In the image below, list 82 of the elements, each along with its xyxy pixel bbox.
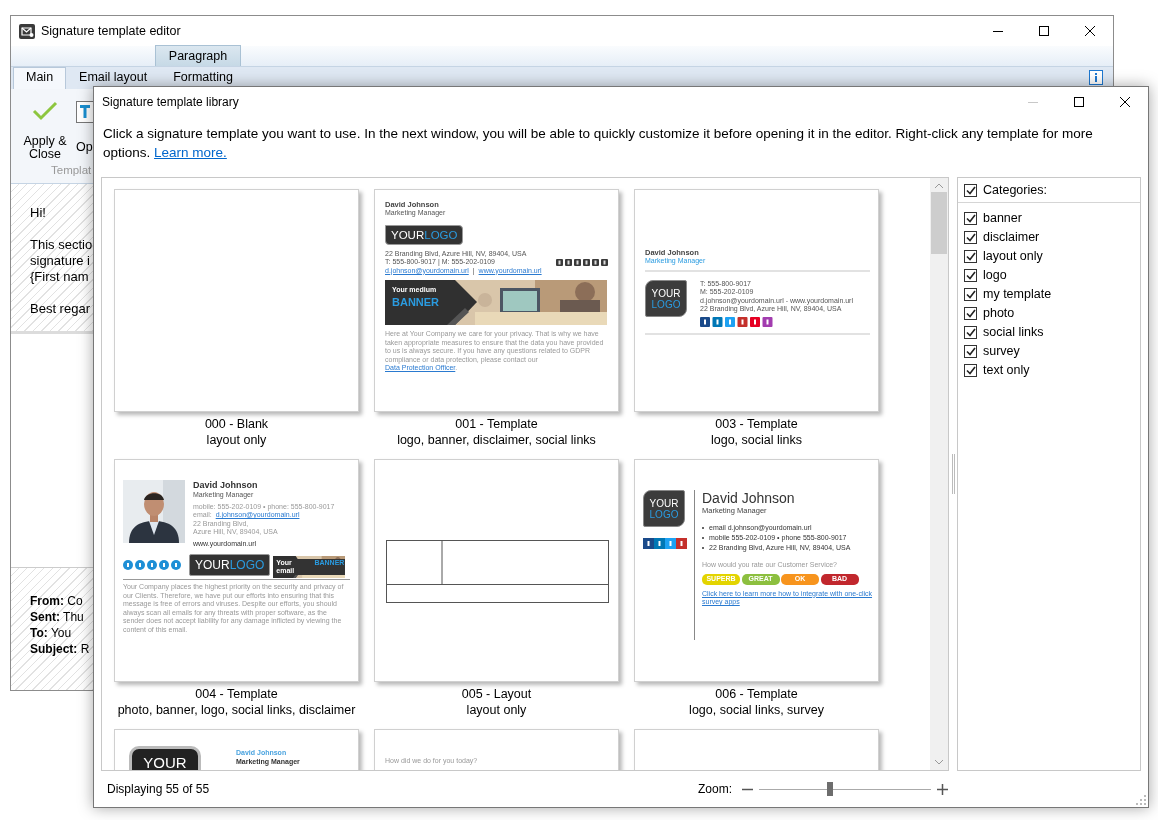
checkbox[interactable] <box>964 250 977 263</box>
window-title: Signature template editor <box>41 22 181 40</box>
header-line: Subject: R <box>30 641 90 657</box>
app-icon <box>19 23 35 39</box>
banner-text: BANNER <box>392 296 440 308</box>
scrollbar-thumb[interactable] <box>931 192 947 254</box>
category-label: my template <box>983 286 1052 304</box>
ribbon-tab[interactable]: Main <box>13 67 67 89</box>
category-label: layout only <box>983 248 1043 266</box>
instruction-text: Click a signature template you want to use. In the next window, you will be able to quickly customize it before opening it in the editor. Right-click any template for more options. Learn more. <box>102 125 1094 162</box>
close-icon <box>1085 26 1095 36</box>
template-tags: layout only <box>374 702 619 718</box>
category-label: survey <box>983 343 1020 361</box>
message-text: Best regar <box>30 301 90 317</box>
contextual-tab-group: Paragraph <box>155 45 241 66</box>
social-icons-drawing <box>556 258 608 266</box>
checkbox[interactable] <box>964 183 977 197</box>
checkbox[interactable] <box>964 288 977 301</box>
logo: YOUR LOGO <box>643 490 685 527</box>
social-icons-drawing <box>123 560 181 570</box>
category-label: banner <box>983 210 1022 228</box>
category-label: text only <box>983 362 1030 380</box>
message-text: This sectio <box>30 237 93 253</box>
category-label: social links <box>983 324 1044 342</box>
header-line: From: Co <box>30 593 83 609</box>
template-tags: logo, social links <box>634 432 879 448</box>
apply-close-button[interactable]: Apply & Close <box>19 99 71 163</box>
template-name: 004 - Template <box>194 686 279 702</box>
template-thumbnail[interactable] <box>634 459 879 682</box>
category-label: logo <box>983 267 1007 285</box>
template-name: 001 - Template <box>454 416 539 432</box>
group-label: Templat <box>51 162 92 178</box>
maximize-icon <box>1039 26 1049 36</box>
logo: YOURLOGO <box>189 554 271 576</box>
header-line: To: You <box>30 625 72 641</box>
social-icons-drawing <box>643 538 687 549</box>
template-thumbnail[interactable] <box>114 459 359 682</box>
close-icon <box>1120 97 1130 107</box>
template-tags: logo, banner, disclaimer, social links <box>374 432 619 448</box>
resize-grip-icon[interactable] <box>1136 795 1146 805</box>
message-text: Hi! <box>30 205 46 221</box>
logo: YOURLOGO <box>385 224 464 245</box>
checkbox[interactable] <box>964 326 977 339</box>
slider-thumb[interactable] <box>826 782 833 796</box>
template-thumbnail[interactable] <box>374 459 619 682</box>
category-label: photo <box>983 305 1015 323</box>
logo: YOUR <box>129 746 201 770</box>
zoom-label: Zoom: <box>698 781 732 798</box>
message-text: {First nam <box>30 269 89 285</box>
template-name: 000 - Blank <box>203 416 270 432</box>
sender-name: David Johnson <box>702 490 796 506</box>
status-text: Displaying 55 of 55 <box>107 781 210 798</box>
check-icon <box>32 101 58 121</box>
template-tags: logo, social links, survey <box>634 702 879 718</box>
message-text: signature i <box>30 253 90 269</box>
checkbox[interactable] <box>964 345 977 358</box>
learn-more-link[interactable]: Learn more. <box>154 145 227 160</box>
template-thumbnail[interactable] <box>374 189 619 412</box>
splitter-handle[interactable] <box>951 454 955 494</box>
logo: YOUR LOGO <box>645 279 687 317</box>
template-tags: photo, banner, logo, social links, disclaimer <box>114 702 359 718</box>
info-icon[interactable] <box>1089 70 1103 85</box>
zoom-in-icon[interactable] <box>937 783 948 795</box>
category-header: Categories: <box>983 181 1047 199</box>
maximize-icon <box>1074 97 1084 107</box>
category-label: disclaimer <box>983 229 1040 247</box>
ribbon-tab[interactable]: Formatting <box>160 67 246 89</box>
checkbox[interactable] <box>964 231 977 244</box>
sender-name: David Johnson <box>193 480 259 491</box>
scrollbar[interactable] <box>930 178 948 770</box>
ribbon-tab[interactable]: Email layout <box>66 67 161 89</box>
dialog-title: Signature template library <box>101 94 239 111</box>
checkbox[interactable] <box>964 307 977 320</box>
checkbox[interactable] <box>964 364 977 377</box>
template-thumbnail[interactable] <box>114 189 359 412</box>
template-name: 005 - Layout <box>460 686 533 702</box>
template-tags: layout only <box>114 432 359 448</box>
checkbox[interactable] <box>964 269 977 282</box>
template-name: 006 - Template <box>714 686 799 702</box>
template-name: 003 - Template <box>714 416 799 432</box>
checkbox[interactable] <box>964 212 977 225</box>
header-line: Sent: Thu <box>30 609 84 625</box>
